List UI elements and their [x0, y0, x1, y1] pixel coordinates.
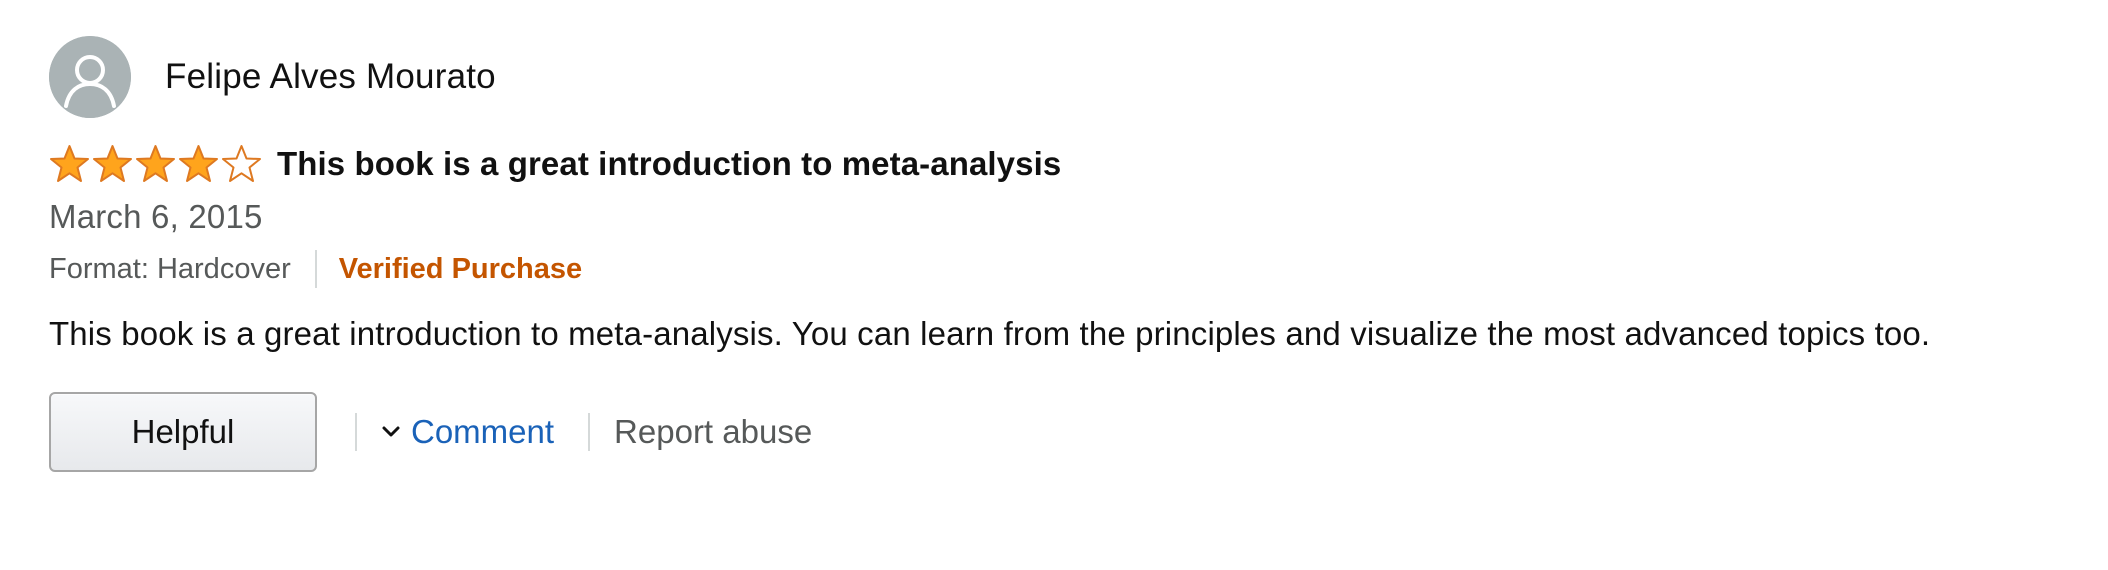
star-filled-icon: [49, 144, 90, 184]
star-filled-icon: [178, 144, 219, 184]
default-profile-icon: [49, 36, 131, 118]
review-title-row: This book is a great introduction to met…: [49, 140, 2049, 188]
star-empty-icon: [221, 144, 262, 184]
action-divider: [355, 413, 357, 451]
star-filled-icon: [135, 144, 176, 184]
review-body: This book is a great introduction to met…: [49, 315, 1931, 352]
comment-link[interactable]: Comment: [381, 413, 554, 451]
chevron-down-icon: [381, 425, 401, 439]
review-card: Felipe Alves Mourato This book is a grea…: [49, 36, 2049, 474]
reviewer-profile[interactable]: Felipe Alves Mourato: [49, 36, 2049, 118]
review-meta: Format: Hardcover Verified Purchase: [49, 248, 2049, 290]
helpful-button[interactable]: Helpful: [49, 392, 317, 472]
meta-divider: [314, 250, 317, 288]
review-date: March 6, 2015: [49, 198, 263, 235]
star-rating[interactable]: [49, 144, 262, 184]
report-abuse-link[interactable]: Report abuse: [614, 413, 812, 451]
reviewer-name[interactable]: Felipe Alves Mourato: [165, 57, 496, 97]
action-divider: [588, 413, 591, 451]
avatar[interactable]: [49, 36, 131, 118]
comment-label[interactable]: Comment: [411, 413, 554, 451]
review-title[interactable]: This book is a great introduction to met…: [277, 145, 1061, 183]
format-label: Format: Hardcover: [49, 252, 291, 285]
star-filled-icon: [92, 144, 133, 184]
review-actions: Helpful Comment Report abuse: [49, 390, 2049, 474]
verified-purchase-badge: Verified Purchase: [338, 252, 583, 285]
